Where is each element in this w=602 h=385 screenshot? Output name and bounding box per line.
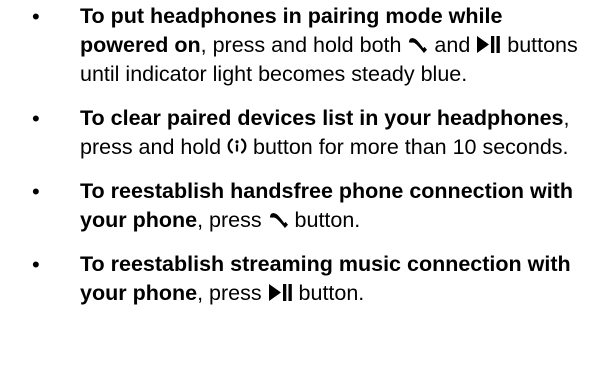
item-lead: To clear paired devices list in your hea… [80,106,564,130]
play-pause-icon [268,283,293,302]
list-item-clear-paired: • To clear paired devices list in your h… [0,104,602,162]
item-text: , press and hold both [200,33,408,57]
phone-icon [268,210,289,229]
bullet: • [32,4,40,29]
item-text: , press [197,281,268,305]
item-text: , press [197,208,268,232]
play-pause-icon [476,35,501,54]
bullet: • [32,179,40,204]
instruction-page: • To put headphones in pairing mode whil… [0,0,602,385]
item-text: button for more than 10 seconds. [247,135,569,159]
item-text: button. [288,208,361,232]
bullet: • [32,106,40,131]
list-item-handsfree: • To reestablish handsfree phone connect… [0,177,602,235]
list-item-streaming: • To reestablish streaming music connect… [0,250,602,308]
item-text: and [428,33,477,57]
phone-icon [407,35,428,54]
list-item-pairing-mode: • To put headphones in pairing mode whil… [0,2,602,89]
instruction-list: • To put headphones in pairing mode whil… [0,2,602,308]
bullet: • [32,252,40,277]
power-icon [227,136,247,156]
item-text: button. [292,281,365,305]
